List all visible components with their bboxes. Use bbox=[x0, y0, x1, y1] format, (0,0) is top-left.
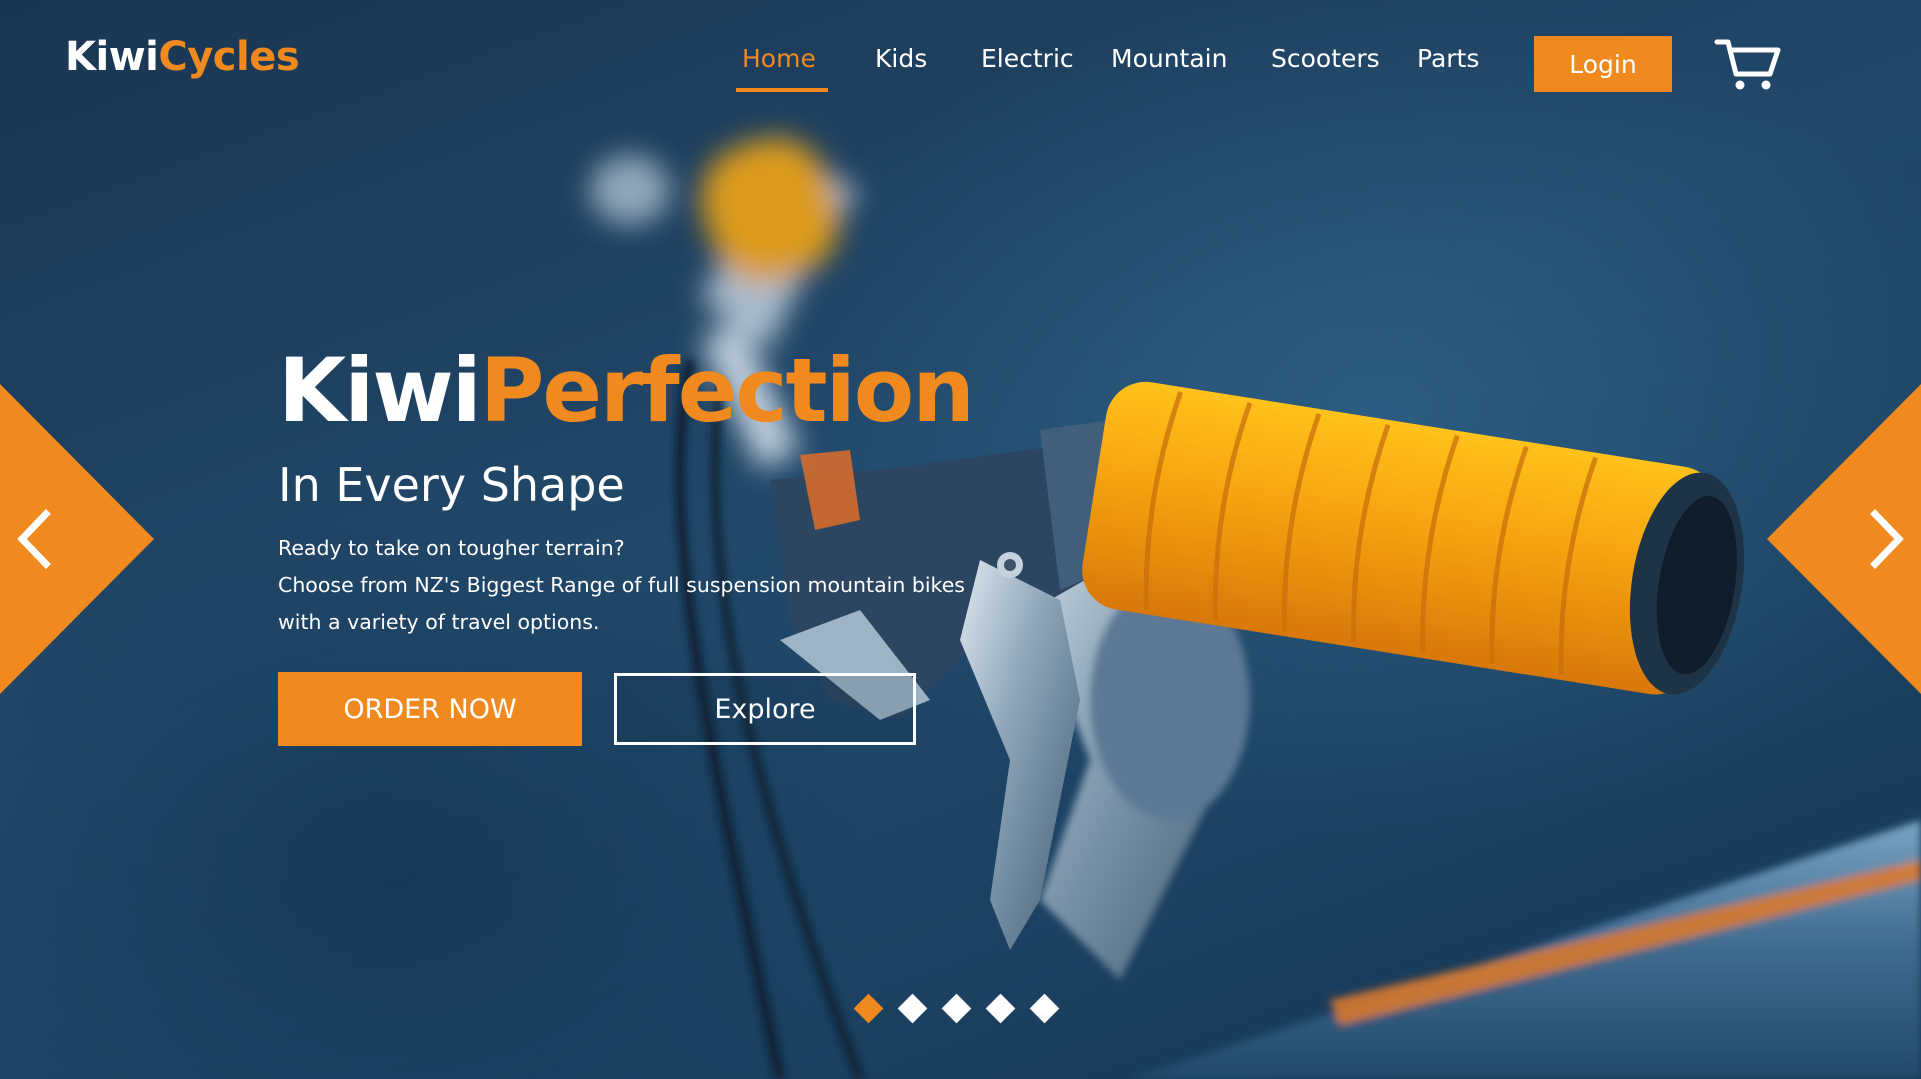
next-slide-button[interactable] bbox=[1765, 384, 1921, 694]
slide-dot-1[interactable] bbox=[853, 993, 884, 1024]
order-now-button[interactable]: ORDER NOW bbox=[278, 672, 582, 746]
nav-item-home[interactable]: Home bbox=[742, 44, 816, 73]
slide-indicators bbox=[852, 992, 1072, 1028]
hero-banner: KiwiCycles Home Kids Electric Mountain S… bbox=[0, 0, 1921, 1079]
hero-title: KiwiPerfection bbox=[278, 336, 975, 446]
slide-dot-5[interactable] bbox=[1029, 993, 1060, 1024]
nav-item-parts[interactable]: Parts bbox=[1417, 44, 1479, 73]
nav-item-mountain[interactable]: Mountain bbox=[1111, 44, 1227, 73]
login-button[interactable]: Login bbox=[1534, 36, 1672, 92]
slide-dot-3[interactable] bbox=[941, 993, 972, 1024]
prev-slide-button[interactable] bbox=[0, 384, 156, 694]
hero-title-accent: Perfection bbox=[479, 339, 975, 442]
hero-title-primary: Kiwi bbox=[278, 339, 482, 442]
explore-button[interactable]: Explore bbox=[614, 673, 916, 745]
hero-description-line: Choose from NZ's Biggest Range of full s… bbox=[278, 573, 965, 597]
hero-description-line: with a variety of travel options. bbox=[278, 610, 600, 634]
hero-description-line: Ready to take on tougher terrain? bbox=[278, 536, 625, 560]
active-nav-indicator bbox=[736, 88, 828, 92]
nav-item-scooters[interactable]: Scooters bbox=[1271, 44, 1380, 73]
slide-dot-2[interactable] bbox=[897, 993, 928, 1024]
hero-subtitle: In Every Shape bbox=[278, 458, 625, 512]
hero-description: Ready to take on tougher terrain? Choose… bbox=[278, 530, 1038, 641]
shopping-cart-icon[interactable] bbox=[1714, 36, 1782, 92]
nav-item-kids[interactable]: Kids bbox=[875, 44, 927, 73]
nav-item-electric[interactable]: Electric bbox=[981, 44, 1074, 73]
slide-dot-4[interactable] bbox=[985, 993, 1016, 1024]
